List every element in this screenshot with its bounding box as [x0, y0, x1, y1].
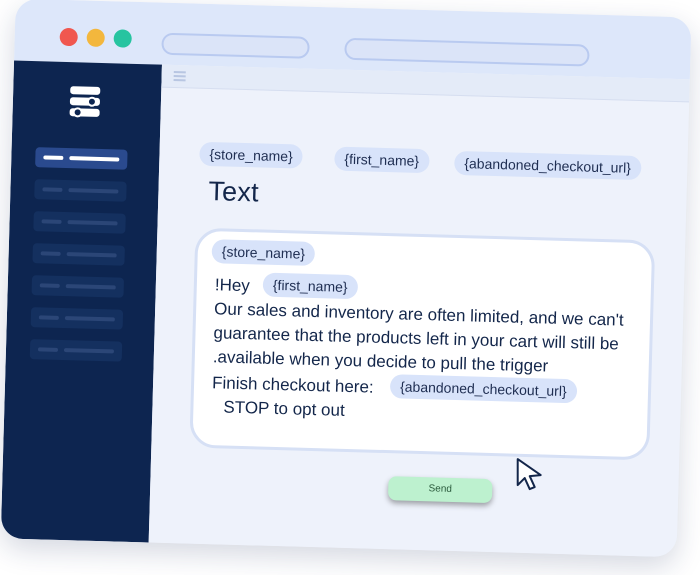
sidebar-item-3[interactable]	[33, 211, 126, 234]
minimize-window-button[interactable]	[86, 28, 105, 48]
close-window-button[interactable]	[59, 27, 78, 47]
sidebar	[0, 60, 162, 543]
sidebar-item-6[interactable]	[30, 307, 124, 330]
tab-placeholder[interactable]	[161, 32, 310, 59]
tag-store-name[interactable]: {store_name}	[199, 141, 304, 169]
app-window: {store_name} {first_name} {abandoned_che…	[0, 0, 692, 558]
mouse-cursor-icon	[516, 458, 542, 491]
main-content: {store_name} {first_name} {abandoned_che…	[148, 64, 690, 558]
inserted-tag-store-name[interactable]: {store_name}	[211, 239, 316, 267]
tag-first-name[interactable]: {first_name}	[334, 146, 430, 174]
inserted-tag-abandoned-checkout-url[interactable]: {abandoned_checkout_url}	[389, 374, 577, 404]
section-heading: Text	[208, 176, 260, 208]
scene: {store_name} {first_name} {abandoned_che…	[0, 0, 700, 575]
message-line-3: .available when you decide to pull the t…	[212, 347, 549, 376]
send-button[interactable]: Send	[387, 476, 493, 504]
sidebar-item-messages[interactable]	[35, 147, 128, 170]
sidebar-item-5[interactable]	[31, 275, 125, 298]
sidebar-item-2[interactable]	[34, 179, 127, 202]
message-line-stop: STOP to opt out	[223, 397, 345, 420]
tag-abandoned-checkout-url[interactable]: {abandoned_checkout_url}	[454, 150, 642, 181]
menu-icon[interactable]	[173, 70, 186, 82]
message-line-hey: !Hey	[214, 275, 251, 296]
inserted-tag-first-name[interactable]: {first_name}	[262, 272, 358, 300]
sidebar-item-4[interactable]	[32, 243, 125, 266]
message-textbox[interactable]: {store_name} !Hey {first_name} Our sales…	[189, 227, 656, 461]
layers-logo-icon	[69, 86, 101, 118]
maximize-window-button[interactable]	[113, 29, 132, 48]
sidebar-item-7[interactable]	[29, 339, 123, 362]
address-bar-placeholder[interactable]	[344, 37, 590, 67]
message-line-checkout: Finish checkout here:	[211, 373, 374, 397]
